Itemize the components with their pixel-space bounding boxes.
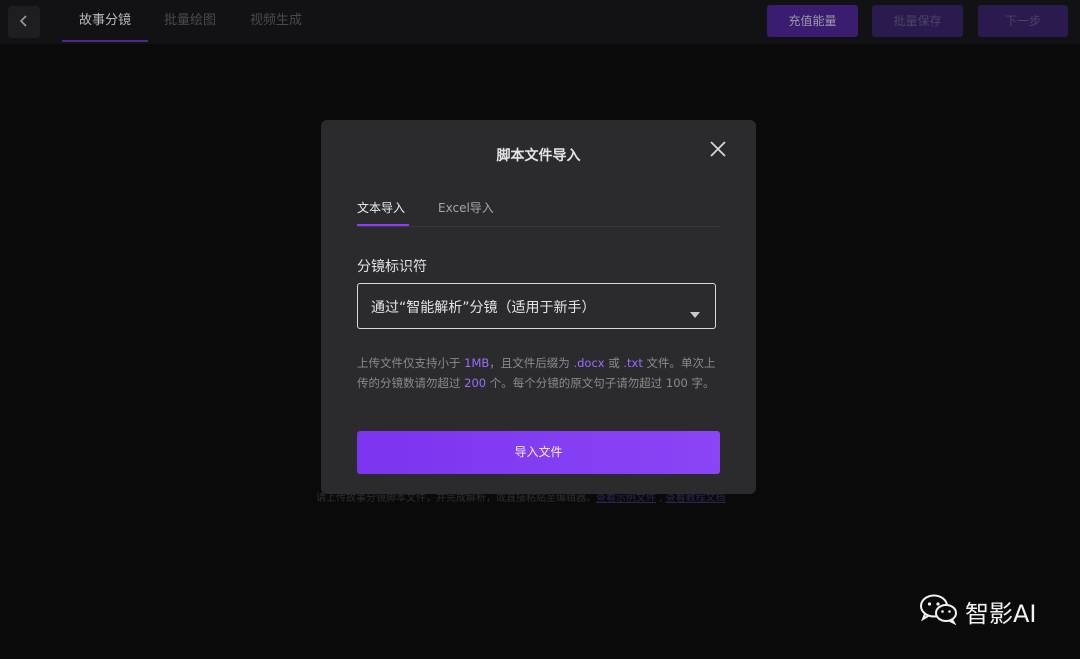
info-count-limit: 200 (464, 376, 487, 390)
import-file-button[interactable]: 导入文件 (357, 431, 720, 474)
modal-title: 脚本文件导入 (496, 148, 581, 164)
close-icon (707, 141, 729, 164)
storyboard-identifier-label: 分镜标识符 (357, 259, 427, 275)
top-bar: 故事分镜 批量绘图 视频生成 充值能量 批量保存 下一步 (0, 0, 1080, 44)
active-tab-indicator (62, 40, 148, 42)
info-part: ，且文件后缀为 (489, 356, 574, 370)
info-part: 上传文件仅支持小于 (357, 356, 465, 370)
tab-video-generation[interactable]: 视频生成 (250, 0, 302, 42)
info-part: 个。每个分镜的原文句子请勿超过 100 字。 (486, 376, 715, 390)
next-step-button[interactable]: 下一步 (978, 5, 1068, 37)
batch-save-button[interactable]: 批量保存 (872, 5, 963, 37)
recharge-button[interactable]: 充值能量 (767, 5, 858, 37)
caret-down-icon (690, 303, 700, 318)
back-button[interactable] (8, 6, 40, 38)
tutorial-doc-link[interactable]: 查看教程文档 (666, 493, 726, 504)
tab-batch-drawing[interactable]: 批量绘图 (164, 0, 216, 42)
tab-excel-import[interactable]: Excel导入 (438, 199, 494, 216)
select-value: 通过“智能解析”分镜（适用于新手） (371, 300, 596, 316)
page: 故事分镜 批量绘图 视频生成 充值能量 批量保存 下一步 请上传故事分镜脚本文件… (0, 0, 1080, 659)
active-modal-tab-indicator (357, 224, 409, 226)
tab-divider (357, 226, 720, 227)
watermark: 智影AI (919, 593, 1037, 629)
watermark-text: 智影AI (965, 599, 1037, 628)
example-file-link[interactable]: 查看示例文件 (596, 493, 656, 504)
info-size-limit: 1MB (464, 356, 490, 370)
tab-text-import[interactable]: 文本导入 (357, 199, 405, 216)
chevron-left-icon (17, 13, 31, 32)
wechat-icon (919, 593, 959, 629)
tab-story-storyboard[interactable]: 故事分镜 (79, 0, 131, 42)
info-ext-txt: .txt (623, 356, 643, 370)
upload-info-text: 上传文件仅支持小于 1MB，且文件后缀为 .docx 或 .txt 文件。单次上… (357, 353, 722, 393)
close-button[interactable] (707, 138, 729, 160)
script-import-modal: 脚本文件导入 文本导入 Excel导入 分镜标识符 通过“智能解析”分镜（适用于… (321, 120, 756, 494)
background-hint-text: 请上传故事分镜脚本文件，并完成解析，或直接粘贴至编辑器。 (316, 493, 596, 504)
info-ext-docx: .docx (573, 356, 605, 370)
info-part: 或 (604, 356, 624, 370)
storyboard-identifier-select[interactable]: 通过“智能解析”分镜（适用于新手） (357, 283, 716, 329)
